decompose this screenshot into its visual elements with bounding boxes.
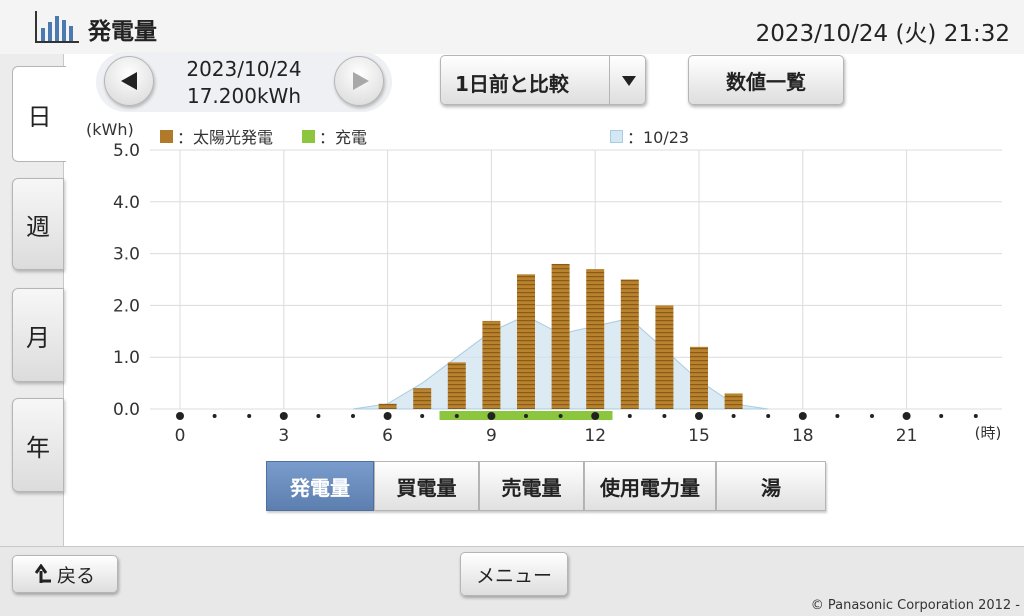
value-list-button[interactable]: 数値一覧 [688,55,844,105]
nav-date: 2023/10/24 [186,57,302,81]
category-purchase-label: 買電量 [396,475,457,500]
category-sale[interactable]: 売電量 [479,461,584,511]
legend-compare-label: ：10/23 [627,128,690,147]
legend-charge: ：充電 [302,124,367,148]
chevron-down-icon [622,76,636,86]
compare-dropdown-value: 1日前と比較 [455,72,569,96]
tab-day[interactable]: 日 [12,66,66,162]
back-button[interactable]: 戻る [12,555,118,593]
category-hot-water[interactable]: 湯 [716,461,826,511]
tab-day-label: 日 [27,102,52,131]
menu-button[interactable]: メニュー [460,552,568,596]
menu-button-label: メニュー [475,564,552,587]
y-unit-label: (kWh) [86,120,134,139]
tab-week-label: 週 [26,212,50,241]
category-tabs: 発電量 買電量 売電量 使用電力量 湯 [266,461,826,511]
triangle-right-icon [353,72,369,90]
dropdown-divider [609,56,610,104]
category-sale-label: 売電量 [501,475,562,500]
current-datetime: 2023/10/24 (火) 21:32 [755,21,1010,47]
copyright-text: © Panasonic Corporation 2012 - [810,598,1020,613]
nav-total: 17.200kWh [186,84,301,108]
legend-solar-label: ：太陽光発電 [177,128,274,147]
category-generation[interactable]: 発電量 [266,461,374,511]
back-button-label: 戻る [56,564,95,587]
legend-charge-swatch [302,129,315,143]
tab-year[interactable]: 年 [12,398,64,492]
triangle-left-icon [121,72,137,90]
category-generation-label: 発電量 [290,475,350,500]
header-bar: 発電量 2023/10/24 (火) 21:32 [0,0,1024,54]
category-usage-label: 使用電力量 [600,475,700,500]
next-day-button[interactable] [334,56,384,106]
category-hot-water-label: 湯 [761,475,781,500]
tab-month-label: 月 [26,323,50,352]
legend-solar: ：太陽光発電 [160,124,273,148]
compare-dropdown[interactable]: 1日前と比較 [440,55,646,105]
return-arrow-icon [34,564,51,583]
prev-day-button[interactable] [104,56,154,106]
tab-week[interactable]: 週 [12,178,64,270]
bar-chart-icon [35,11,79,43]
tab-year-label: 年 [26,433,50,462]
legend-solar-swatch [160,129,173,143]
value-list-label: 数値一覧 [726,69,806,94]
category-purchase[interactable]: 買電量 [374,461,479,511]
legend-compare: ：10/23 [610,124,689,148]
legend-compare-swatch [610,129,623,143]
legend-charge-label: ：充電 [319,128,368,147]
page-title: 発電量 [88,19,157,45]
tab-month[interactable]: 月 [12,288,64,382]
category-usage[interactable]: 使用電力量 [584,461,716,511]
footer-bar: 戻る メニュー © Panasonic Corporation 2012 - [0,546,1024,616]
